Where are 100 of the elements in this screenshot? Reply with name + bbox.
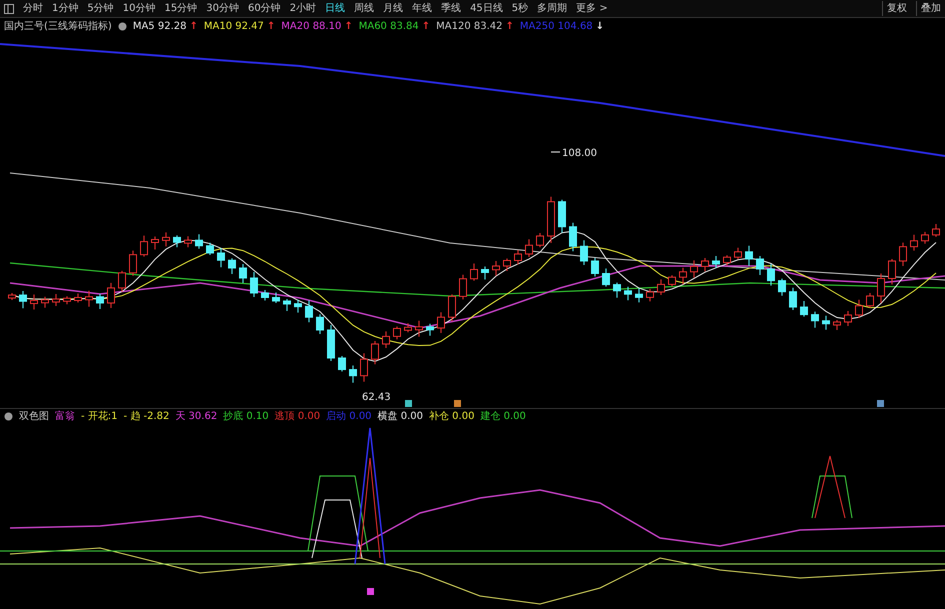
candlestick bbox=[437, 312, 445, 334]
period-tab[interactable]: 10分钟 bbox=[122, 1, 156, 16]
candlestick bbox=[723, 254, 731, 266]
indicator-reading: 逃顶 0.00 bbox=[274, 410, 320, 424]
signal-marker-icon bbox=[405, 400, 412, 407]
candlestick bbox=[74, 293, 82, 303]
candlestick bbox=[701, 258, 709, 272]
candlestick bbox=[800, 300, 808, 318]
period-tab[interactable]: 30分钟 bbox=[206, 1, 239, 16]
indicator-reading: 补仓 0.00 bbox=[429, 410, 474, 424]
period-tab[interactable]: 1分钟 bbox=[52, 1, 78, 16]
candlestick bbox=[162, 232, 170, 247]
candlestick bbox=[503, 258, 511, 272]
candlestick bbox=[536, 232, 544, 248]
candlestick bbox=[382, 330, 390, 348]
trend-arrow: ↓ bbox=[596, 20, 604, 34]
candlestick bbox=[514, 250, 522, 265]
ma-reading: MA120 83.42 bbox=[436, 20, 503, 34]
period-tab[interactable]: 日线 bbox=[325, 1, 346, 16]
candlestick bbox=[789, 287, 797, 311]
period-tab[interactable]: 多周期 bbox=[537, 1, 568, 16]
candlestick bbox=[591, 258, 599, 277]
indicator-reading: - 开花:1 bbox=[81, 410, 118, 424]
candlestick bbox=[371, 340, 379, 365]
indicator-reading: 建仓 0.00 bbox=[480, 410, 526, 424]
period-tab[interactable]: 60分钟 bbox=[248, 1, 281, 16]
candlestick bbox=[910, 234, 918, 252]
period-tab[interactable]: 季线 bbox=[441, 1, 462, 16]
ma-reading: MA250 104.68 bbox=[520, 20, 593, 34]
signal-marker-icon bbox=[367, 588, 374, 595]
spike-line bbox=[814, 456, 846, 518]
candlestick bbox=[129, 250, 137, 276]
candlestick bbox=[734, 247, 742, 260]
candlestick bbox=[525, 238, 533, 258]
candlestick bbox=[580, 240, 588, 266]
candlestick bbox=[239, 264, 247, 284]
candlestick bbox=[305, 300, 313, 323]
period-tab[interactable]: 45日线 bbox=[470, 1, 503, 16]
candlestick bbox=[415, 320, 423, 338]
settings-icon[interactable] bbox=[4, 412, 13, 421]
candlestick bbox=[888, 258, 896, 285]
trend-arrow: ↑ bbox=[344, 20, 353, 34]
candlestick bbox=[547, 196, 555, 244]
candlestick bbox=[657, 278, 665, 296]
period-tab[interactable]: 5分钟 bbox=[87, 1, 114, 16]
candlestick bbox=[283, 298, 291, 312]
candlestick bbox=[140, 235, 148, 258]
candlestick bbox=[602, 268, 610, 288]
panel-icon[interactable] bbox=[4, 4, 14, 14]
candlestick bbox=[855, 299, 863, 318]
candlestick bbox=[921, 231, 929, 244]
candlestick bbox=[228, 258, 236, 274]
candlestick bbox=[756, 256, 764, 276]
candlestick bbox=[558, 199, 566, 234]
candlestick bbox=[85, 290, 93, 308]
candlestick bbox=[932, 224, 940, 238]
candlestick bbox=[195, 234, 203, 250]
trend-arrow: ↑ bbox=[422, 20, 430, 34]
indicator-reading: 启动 0.00 bbox=[326, 410, 372, 424]
candlestick bbox=[745, 245, 753, 266]
indicator-reading: 富翁 bbox=[55, 410, 75, 424]
low-price-label: 62.43 bbox=[362, 392, 391, 403]
period-tab[interactable]: 月线 bbox=[383, 1, 404, 16]
candlestick bbox=[393, 326, 401, 340]
candlestick bbox=[63, 296, 71, 305]
candlestick bbox=[173, 234, 181, 248]
indicator-reading: 横盘 0.00 bbox=[378, 410, 423, 424]
candlestick bbox=[679, 267, 687, 285]
candlestick bbox=[899, 242, 907, 266]
trend-arrow: ↑ bbox=[266, 20, 276, 34]
candlestick bbox=[646, 288, 654, 302]
period-tab[interactable]: 15分钟 bbox=[164, 1, 198, 16]
indicator-reading: - 趋 -2.82 bbox=[124, 410, 170, 424]
candlestick bbox=[668, 274, 676, 287]
ma-reading: MA5 92.28 bbox=[132, 20, 186, 34]
candlestick bbox=[250, 272, 258, 298]
period-tab[interactable]: 更多 > bbox=[576, 1, 608, 16]
period-tab[interactable]: 2小时 bbox=[290, 1, 316, 16]
candlestick bbox=[96, 293, 104, 310]
toolbar-button[interactable]: 叠加 bbox=[916, 1, 941, 16]
candlestick bbox=[206, 242, 214, 256]
period-tab[interactable]: 分时 bbox=[23, 1, 43, 16]
candlestick bbox=[866, 292, 874, 308]
candlestick bbox=[107, 282, 115, 308]
period-tab[interactable]: 周线 bbox=[354, 1, 374, 16]
step-line bbox=[812, 476, 852, 518]
candlestick bbox=[844, 310, 852, 326]
signal-marker-icon bbox=[454, 400, 461, 407]
toolbar-button[interactable]: 复权 bbox=[882, 1, 907, 16]
trend-arrow: ↑ bbox=[506, 20, 514, 34]
period-tab[interactable]: 年线 bbox=[412, 1, 432, 16]
settings-icon[interactable] bbox=[118, 22, 127, 30]
candlestick bbox=[448, 294, 456, 322]
inner-step-line bbox=[312, 500, 362, 558]
candlestick bbox=[272, 292, 280, 304]
candlestick bbox=[877, 273, 885, 304]
period-tab[interactable]: 5秒 bbox=[512, 1, 528, 16]
signal-marker-icon bbox=[877, 400, 884, 407]
candlestick bbox=[459, 274, 467, 300]
indicator-title: 双色图 bbox=[19, 410, 49, 424]
